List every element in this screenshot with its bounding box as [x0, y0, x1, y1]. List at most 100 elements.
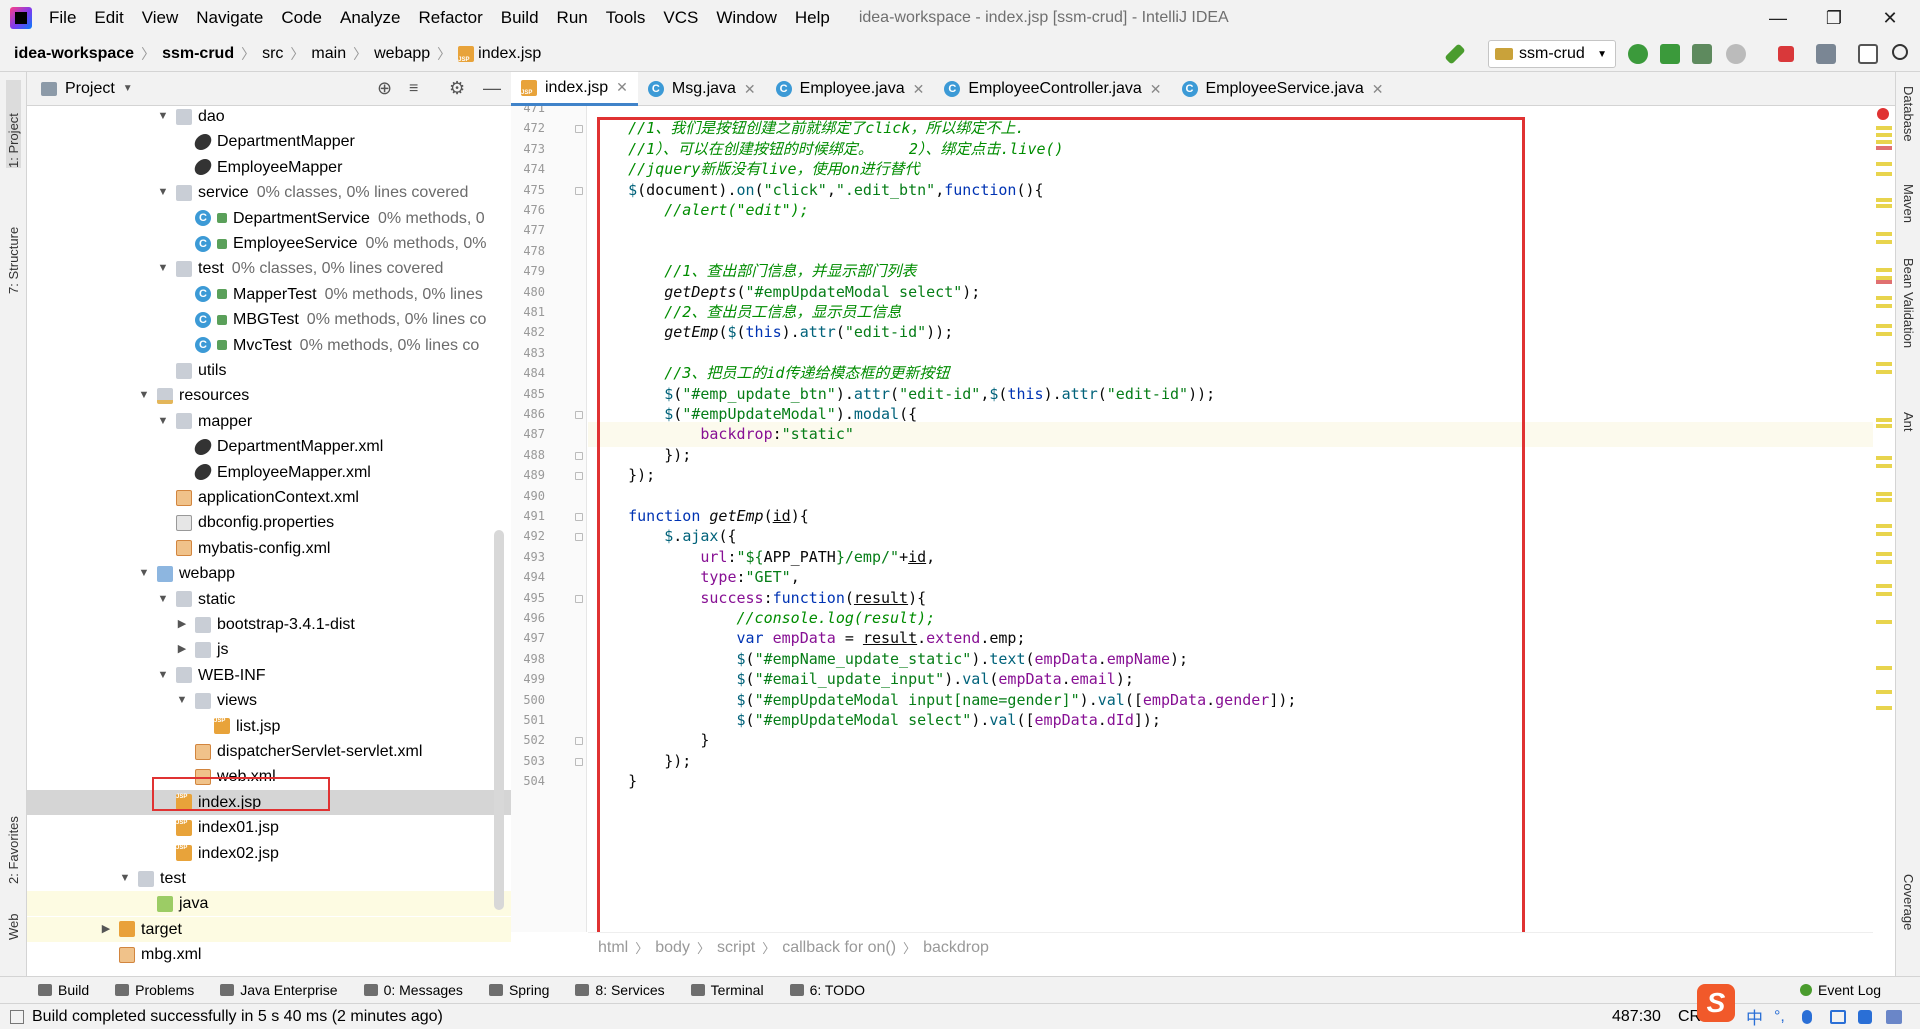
warning-marker[interactable]	[1876, 162, 1892, 166]
tree-row-bootstrap-3-4-1-dist[interactable]: ▶ bootstrap-3.4.1-dist	[27, 612, 511, 637]
bottom-tab-spring[interactable]: Spring	[488, 982, 549, 998]
warning-marker[interactable]	[1876, 492, 1892, 496]
tab-employee-java[interactable]: Employee.java ✕	[766, 72, 935, 106]
breadcrumb-item[interactable]: index.jsp	[458, 45, 541, 63]
tree-row-resources[interactable]: ▼ resources	[27, 383, 511, 408]
warning-marker[interactable]	[1876, 418, 1892, 422]
fold-marker-icon[interactable]	[575, 594, 583, 603]
bottom-tab-problems[interactable]: Problems	[115, 982, 194, 998]
toggle-tool-windows-icon[interactable]	[10, 1009, 24, 1024]
fold-marker-icon[interactable]	[575, 472, 583, 481]
expand-arrow-icon[interactable]: ▼	[156, 587, 170, 612]
caret-position[interactable]: 487:30	[1612, 1008, 1661, 1026]
web-tool-tab[interactable]: Web	[6, 900, 21, 941]
warning-marker[interactable]	[1876, 560, 1892, 564]
warning-marker[interactable]	[1876, 592, 1892, 596]
menu-item-navigate[interactable]: Navigate	[187, 0, 272, 36]
menu-item-run[interactable]: Run	[548, 0, 597, 36]
fold-marker-icon[interactable]	[575, 411, 583, 419]
skin-icon[interactable]	[1858, 1009, 1872, 1024]
warning-marker[interactable]	[1876, 464, 1892, 468]
expand-arrow-icon[interactable]: ▼	[118, 866, 132, 891]
warning-marker[interactable]	[1876, 324, 1892, 328]
event-log-tab[interactable]: Event Log	[1800, 982, 1881, 998]
menu-item-help[interactable]: Help	[786, 0, 839, 36]
warning-marker[interactable]	[1876, 296, 1892, 300]
editor-breadcrumb-item[interactable]: script	[717, 939, 755, 957]
ime-punctuation-icon[interactable]: °,	[1774, 1008, 1785, 1026]
close-tab-icon[interactable]: ✕	[616, 79, 628, 96]
tree-row-utils[interactable]: utils	[27, 358, 511, 383]
tab-employeecontroller-java[interactable]: EmployeeController.java ✕	[934, 72, 1171, 106]
tree-row-employeemapper-xml[interactable]: EmployeeMapper.xml	[27, 460, 511, 485]
tree-row-js[interactable]: ▶ js	[27, 637, 511, 662]
warning-marker[interactable]	[1876, 232, 1892, 236]
editor-breadcrumb-item[interactable]: html	[598, 939, 628, 957]
breadcrumb-item[interactable]: webapp	[374, 45, 430, 63]
microphone-icon[interactable]	[1802, 1009, 1812, 1024]
menu-item-file[interactable]: File	[40, 0, 85, 36]
bean-validation-tool-tab[interactable]: Bean Validation	[1901, 258, 1916, 398]
close-icon[interactable]: ✕	[1862, 0, 1918, 36]
run-config-select[interactable]: ssm-crud ▼	[1488, 40, 1616, 68]
structure-tool-tab[interactable]: 7: Structure	[6, 184, 21, 294]
menu-item-view[interactable]: View	[133, 0, 188, 36]
tab-employeeservice-java[interactable]: EmployeeService.java ✕	[1172, 72, 1394, 106]
error-stripe[interactable]	[1873, 106, 1895, 976]
warning-marker[interactable]	[1876, 370, 1892, 374]
warning-marker[interactable]	[1876, 666, 1892, 670]
fold-marker-icon[interactable]	[575, 757, 583, 766]
menu-item-build[interactable]: Build	[492, 0, 548, 36]
search-icon[interactable]	[1892, 44, 1908, 60]
warning-marker[interactable]	[1876, 584, 1892, 588]
expand-arrow-icon[interactable]: ▼	[156, 256, 170, 281]
tree-row-service[interactable]: ▼ service 0% classes, 0% lines covered	[27, 180, 511, 205]
tree-row-mbg-xml[interactable]: mbg.xml	[27, 942, 511, 966]
tree-row-departmentmapper-xml[interactable]: DepartmentMapper.xml	[27, 434, 511, 459]
tree-row-mapper[interactable]: ▼ mapper	[27, 409, 511, 434]
warning-marker[interactable]	[1876, 706, 1892, 710]
tree-row-target[interactable]: ▶ target	[27, 916, 511, 942]
tree-row-employeemapper[interactable]: EmployeeMapper	[27, 155, 511, 180]
tree-row-employeeservice[interactable]: EmployeeService 0% methods, 0%	[27, 231, 511, 256]
warning-marker[interactable]	[1876, 332, 1892, 336]
breadcrumb-item[interactable]: idea-workspace	[14, 45, 134, 63]
sogou-ime-icon[interactable]: S	[1697, 984, 1735, 1022]
collapse-arrow-icon[interactable]: ▶	[99, 917, 113, 942]
project-structure-icon[interactable]	[1816, 44, 1836, 64]
tree-row-test[interactable]: ▼ test	[27, 866, 511, 891]
tree-row-test[interactable]: ▼ test 0% classes, 0% lines covered	[27, 256, 511, 281]
warning-marker[interactable]	[1876, 198, 1892, 202]
tab-index-jsp[interactable]: index.jsp ✕	[511, 72, 638, 106]
tree-row-webapp[interactable]: ▼ webapp	[27, 561, 511, 586]
tree-row-mybatis-config-xml[interactable]: mybatis-config.xml	[27, 536, 511, 561]
presentation-icon[interactable]	[1858, 44, 1878, 64]
fold-marker-icon[interactable]	[575, 513, 583, 521]
warning-marker[interactable]	[1876, 424, 1892, 428]
expand-arrow-icon[interactable]: ▼	[137, 383, 151, 408]
project-tree-scrollbar[interactable]	[494, 530, 504, 910]
coverage-tool-tab[interactable]: Coverage	[1901, 874, 1916, 956]
breadcrumb-item[interactable]: main	[311, 45, 346, 63]
warning-marker[interactable]	[1876, 552, 1892, 556]
breadcrumb-item[interactable]: ssm-crud	[162, 45, 234, 63]
collapse-arrow-icon[interactable]: ▶	[175, 612, 189, 637]
tree-row-index01-jsp[interactable]: index01.jsp	[27, 811, 511, 840]
editor-breadcrumb-item[interactable]: backdrop	[923, 939, 989, 957]
build-hammer-icon[interactable]	[1444, 43, 1466, 65]
project-tool-tab[interactable]: 1: Project	[6, 80, 21, 168]
fold-marker-icon[interactable]	[575, 533, 583, 542]
expand-arrow-icon[interactable]: ▼	[156, 663, 170, 688]
tree-row-mbgtest[interactable]: MBGTest 0% methods, 0% lines co	[27, 307, 511, 332]
locate-icon[interactable]: ⊕	[377, 78, 392, 99]
restore-icon[interactable]: ❐	[1806, 0, 1862, 36]
warning-marker[interactable]	[1876, 304, 1892, 308]
warning-marker[interactable]	[1876, 456, 1892, 460]
warning-marker[interactable]	[1876, 126, 1892, 130]
close-tab-icon[interactable]: ✕	[744, 81, 756, 98]
warning-marker[interactable]	[1876, 133, 1892, 137]
error-marker[interactable]	[1876, 146, 1892, 150]
tab-msg-java[interactable]: Msg.java ✕	[638, 72, 766, 106]
project-panel-title[interactable]: Project	[65, 80, 115, 98]
debug-icon[interactable]	[1660, 44, 1680, 64]
